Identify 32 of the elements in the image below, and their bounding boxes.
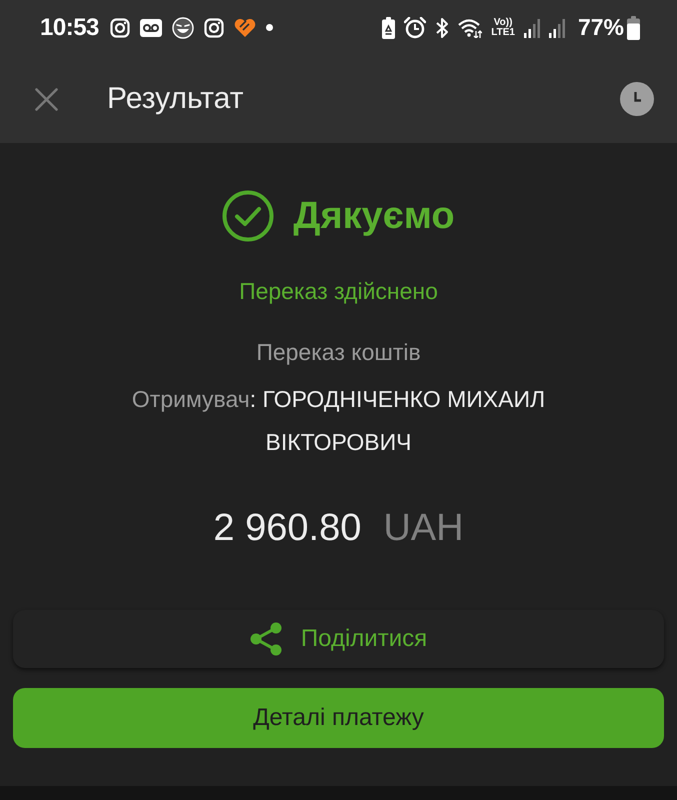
check-circle-icon xyxy=(222,190,274,242)
success-heading: Дякуємо xyxy=(293,194,455,239)
clock-time: 10:53 xyxy=(40,14,99,42)
network-type-label: LTE1 xyxy=(491,28,515,38)
instagram-icon xyxy=(204,18,224,38)
laughing-face-icon xyxy=(172,16,194,38)
share-button[interactable]: Поділитися xyxy=(13,610,664,668)
currency-code: UAH xyxy=(383,506,464,551)
voicemail-icon xyxy=(140,18,162,36)
screen-title: Результат xyxy=(107,81,244,117)
share-icon xyxy=(250,622,282,656)
notification-dot-icon xyxy=(266,24,273,31)
instagram-icon xyxy=(110,18,130,38)
bluetooth-icon xyxy=(435,16,450,38)
battery-percent: 77% xyxy=(578,14,624,41)
wifi-icon xyxy=(458,18,482,38)
close-button[interactable] xyxy=(35,88,58,110)
clock-icon[interactable] xyxy=(620,82,654,116)
signal-bars-icon xyxy=(548,18,565,38)
amount-value: 2 960.80 xyxy=(213,506,362,551)
status-text: Переказ здійснено xyxy=(239,277,438,305)
signal-bars-icon xyxy=(524,18,540,38)
recipient-name: : ГОРОДНІЧЕНКО МИХАИЛ ВІКТОРОВИЧ xyxy=(250,386,546,455)
battery-icon xyxy=(627,16,640,40)
volte-label: Vo)) xyxy=(494,18,512,28)
alarm-clock-icon xyxy=(404,16,426,38)
close-icon xyxy=(35,88,58,110)
battery-recycle-icon xyxy=(382,16,396,38)
payment-details-button[interactable]: Деталі платежу xyxy=(13,688,664,748)
recipient-label: Отримувач xyxy=(132,386,250,412)
operation-type: Переказ коштів xyxy=(256,338,421,367)
heart-icon xyxy=(234,18,256,38)
